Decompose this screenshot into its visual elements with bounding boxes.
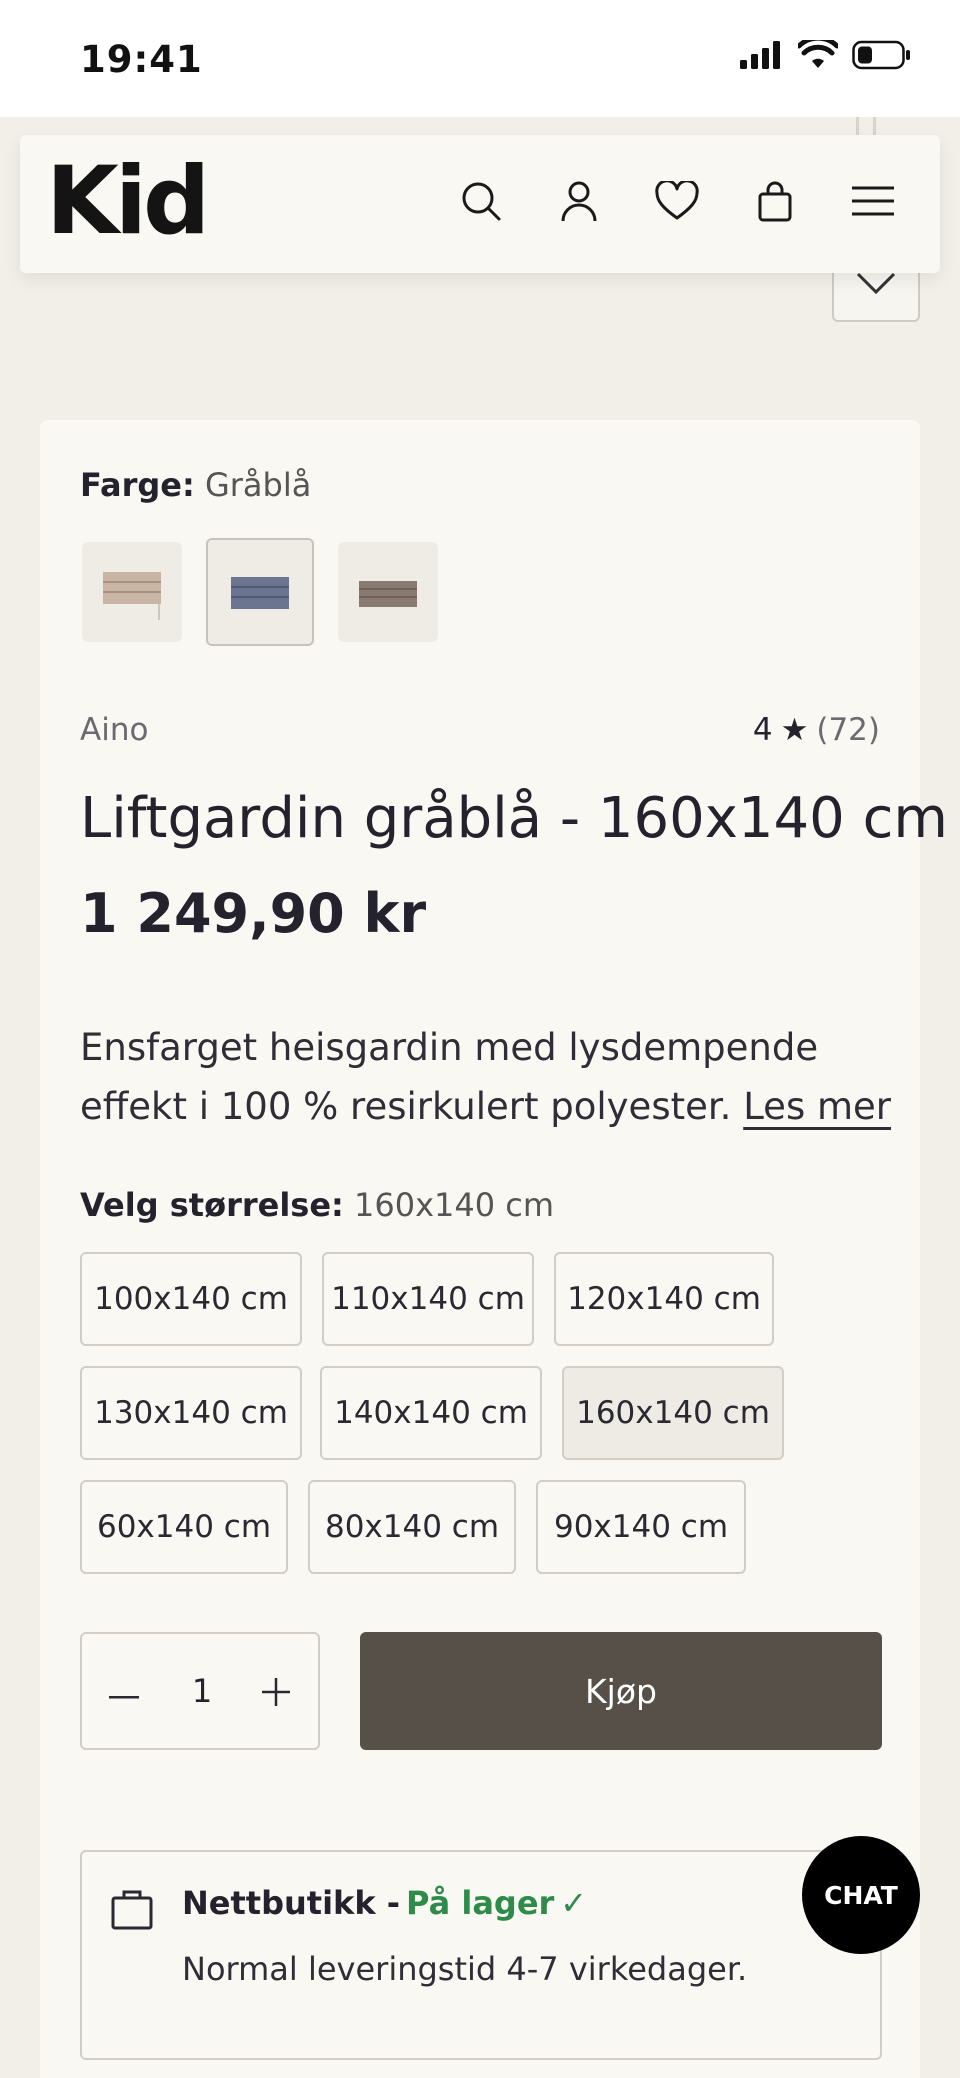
chevron-down-icon	[856, 272, 896, 300]
rating-score: 4	[752, 712, 773, 748]
stock-store: Nettbutikk -	[182, 1884, 401, 1922]
buy-button[interactable]: Kjøp	[360, 1632, 882, 1750]
status-bar: 19:41	[0, 0, 960, 117]
blind-thumbnail-brown	[359, 581, 417, 607]
search-button[interactable]	[432, 173, 530, 233]
wifi-icon	[796, 35, 840, 74]
read-more-link[interactable]: Les mer	[743, 1085, 891, 1128]
size-label: Velg størrelse: 160x140 cm	[80, 1186, 554, 1224]
chat-button[interactable]: CHAT	[802, 1836, 920, 1954]
size-option[interactable]: 60x140 cm	[80, 1480, 288, 1574]
header-icons	[432, 173, 922, 233]
minus-icon	[109, 1685, 139, 1704]
shopping-bag-icon	[757, 180, 793, 226]
size-label-title: Velg størrelse:	[80, 1186, 344, 1224]
color-label: Farge: Gråblå	[80, 466, 311, 504]
blind-thumbnail-grablaa	[231, 577, 289, 609]
size-option[interactable]: 80x140 cm	[308, 1480, 516, 1574]
quantity-increase-button[interactable]	[246, 1664, 306, 1724]
stock-info-box: Nettbutikk - På lager ✓ Normal leverings…	[80, 1850, 882, 2060]
site-header: Kid	[20, 135, 940, 273]
color-swatch-grablaa[interactable]	[206, 538, 314, 646]
size-label-value: 160x140 cm	[354, 1186, 555, 1224]
product-rating[interactable]: 4 ★ (72)	[753, 712, 880, 748]
hamburger-menu-icon	[851, 186, 895, 220]
heart-icon	[655, 179, 699, 225]
quantity-value[interactable]: 1	[162, 1672, 242, 1710]
battery-icon	[852, 40, 912, 74]
color-swatches	[82, 538, 438, 646]
wishlist-button[interactable]	[628, 173, 726, 233]
size-option[interactable]: 140x140 cm	[320, 1366, 542, 1460]
color-label-title: Farge:	[80, 466, 195, 504]
size-option[interactable]: 90x140 cm	[536, 1480, 746, 1574]
blind-thumbnail-beige	[103, 572, 161, 620]
size-option-selected[interactable]: 160x140 cm	[562, 1366, 784, 1460]
menu-button[interactable]	[824, 173, 922, 233]
search-icon	[460, 180, 502, 226]
stock-status: På lager	[406, 1884, 555, 1922]
quantity-decrease-button[interactable]	[94, 1664, 154, 1724]
description-text: Ensfarget heisgardin med lysdempende eff…	[80, 1026, 819, 1128]
size-option[interactable]: 130x140 cm	[80, 1366, 302, 1460]
quantity-stepper: 1	[80, 1632, 320, 1750]
stock-title: Nettbutikk - På lager ✓	[182, 1884, 587, 1922]
product-card: Farge: Gråblå Aino 4 ★ (72) Liftgardin g…	[40, 420, 948, 2078]
brand-name[interactable]: Aino	[80, 712, 148, 748]
account-button[interactable]	[530, 173, 628, 233]
color-swatch-brown[interactable]	[338, 542, 438, 642]
color-swatch-beige[interactable]	[82, 542, 182, 642]
color-label-value: Gråblå	[204, 466, 312, 504]
product-title: Liftgardin gråblå - 160x140 cm	[80, 786, 948, 851]
checkmark-icon: ✓	[560, 1884, 588, 1922]
size-option[interactable]: 100x140 cm	[80, 1252, 302, 1346]
size-option[interactable]: 110x140 cm	[322, 1252, 534, 1346]
kid-logo[interactable]: Kid	[46, 155, 210, 249]
cellular-signal-icon	[740, 41, 784, 73]
star-icon: ★	[780, 712, 809, 748]
account-icon	[559, 180, 599, 226]
product-price: 1 249,90 kr	[80, 882, 427, 945]
cart-button[interactable]	[726, 173, 824, 233]
delivery-time: Normal leveringstid 4-7 virkedager.	[182, 1950, 748, 1988]
rating-count: (72)	[816, 712, 880, 748]
product-description: Ensfarget heisgardin med lysdempende eff…	[80, 1018, 900, 1136]
status-icons	[740, 35, 912, 74]
plus-icon	[261, 1677, 291, 1711]
size-option[interactable]: 120x140 cm	[554, 1252, 774, 1346]
status-time: 19:41	[80, 38, 203, 81]
store-bag-icon	[110, 1888, 154, 1936]
